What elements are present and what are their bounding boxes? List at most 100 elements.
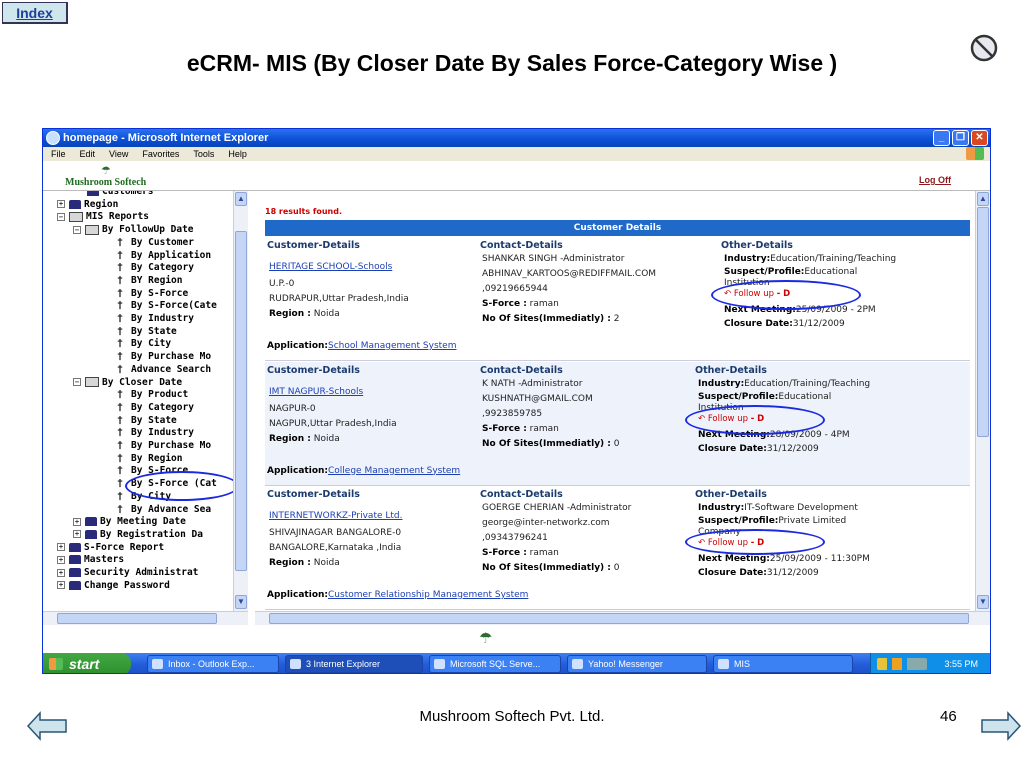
- tree-item[interactable]: † By State: [117, 414, 177, 427]
- main-hscrollbar[interactable]: [255, 611, 990, 625]
- expand-icon[interactable]: +: [57, 555, 65, 564]
- tree-item[interactable]: + Masters: [57, 553, 124, 566]
- folder-icon: [85, 529, 97, 539]
- menu-view[interactable]: View: [109, 147, 128, 161]
- task-label: Inbox - Outlook Exp...: [168, 659, 255, 669]
- tree-item[interactable]: + S-Force Report: [57, 541, 164, 554]
- logoff-link[interactable]: Log Off: [919, 175, 951, 185]
- application-link[interactable]: College Management System: [328, 466, 460, 476]
- tree-item[interactable]: − By Closer Date: [73, 376, 182, 389]
- tree-scroll-thumb[interactable]: [235, 231, 247, 571]
- scroll-up-arrow-icon[interactable]: ▲: [235, 192, 247, 206]
- task-outlook[interactable]: Inbox - Outlook Exp...: [147, 655, 279, 673]
- expand-icon[interactable]: +: [57, 581, 65, 590]
- task-yahoo-messenger[interactable]: Yahoo! Messenger: [567, 655, 707, 673]
- tree-item[interactable]: + Region: [57, 198, 118, 211]
- expand-icon[interactable]: +: [57, 543, 65, 552]
- address-line-2: BANGALORE,Karnataka ,India: [269, 543, 402, 553]
- pin-icon: †: [117, 427, 124, 439]
- tree-hscroll-thumb[interactable]: [57, 613, 217, 624]
- sites-label: No Of Sites(Immediatly) :: [482, 563, 611, 573]
- industry-label: Industry:: [724, 254, 771, 264]
- menu-edit[interactable]: Edit: [80, 147, 96, 161]
- restore-button[interactable]: ❐: [952, 130, 969, 146]
- close-button[interactable]: ✕: [971, 130, 988, 146]
- tree-scrollbar[interactable]: ▲ ▼: [233, 191, 248, 611]
- tree-item[interactable]: † By Application: [117, 249, 211, 262]
- menu-help[interactable]: Help: [228, 147, 247, 161]
- tree-item-label: Advance Search: [131, 363, 212, 375]
- task-internet-explorer[interactable]: 3 Internet Explorer: [285, 655, 423, 673]
- tree-item[interactable]: † Advance Search: [117, 363, 211, 376]
- application-link[interactable]: School Management System: [328, 341, 456, 351]
- tree-item-label: By Industry: [131, 313, 194, 324]
- tree-item[interactable]: † By Region: [117, 452, 182, 465]
- collapse-icon[interactable]: −: [73, 225, 81, 234]
- customer-name-link[interactable]: IMT NAGPUR-Schools: [269, 386, 363, 399]
- tree-item[interactable]: † By State: [117, 325, 177, 338]
- tree-item[interactable]: † By S-Force(Cate: [117, 299, 217, 312]
- tree-item-label: Masters: [84, 554, 125, 566]
- collapse-icon[interactable]: −: [73, 378, 81, 386]
- tree-item[interactable]: − By FollowUp Date: [73, 223, 194, 236]
- start-button[interactable]: start: [43, 653, 131, 673]
- tree-item[interactable]: † By Industry: [117, 426, 194, 439]
- folder-icon: [718, 659, 729, 669]
- tree-item[interactable]: † By Purchase Mo: [117, 439, 211, 452]
- tree-item[interactable]: † By Customer: [117, 236, 194, 249]
- expand-icon[interactable]: +: [73, 530, 81, 539]
- menu-tools[interactable]: Tools: [193, 147, 214, 161]
- scroll-up-arrow-icon[interactable]: ▲: [977, 192, 989, 206]
- menu-file[interactable]: File: [51, 147, 66, 161]
- closure-label: Closure Date:: [724, 319, 793, 329]
- tree-item[interactable]: † BY Region: [117, 274, 182, 287]
- sforce-value: raman: [529, 548, 559, 558]
- tree-item[interactable]: † By S-Force: [117, 287, 188, 300]
- no-entry-icon[interactable]: [969, 33, 999, 63]
- expand-icon[interactable]: +: [57, 568, 65, 577]
- tree-item[interactable]: † By Advance Sea: [117, 503, 211, 516]
- expand-icon[interactable]: +: [73, 517, 81, 526]
- tree-item[interactable]: + Change Password: [57, 579, 170, 592]
- scroll-down-arrow-icon[interactable]: ▼: [977, 595, 989, 609]
- industry-field: Industry:Education/Training/Teaching: [724, 253, 896, 266]
- sites-value: 2: [613, 314, 620, 324]
- tree-item[interactable]: † By City: [117, 337, 171, 350]
- task-label: Microsoft SQL Serve...: [450, 659, 541, 669]
- tree-item[interactable]: − MIS Reports: [57, 210, 149, 223]
- tree-item[interactable]: † By Product: [117, 388, 188, 401]
- tree-item[interactable]: † By Purchase Mo: [117, 350, 211, 363]
- application-link[interactable]: Customer Relationship Management System: [328, 590, 528, 600]
- scroll-down-arrow-icon[interactable]: ▼: [235, 595, 247, 609]
- main-hscroll-thumb[interactable]: [269, 613, 969, 624]
- tree-item[interactable]: + By Meeting Date: [73, 515, 186, 528]
- tree-item[interactable]: + By Registration Da: [73, 528, 203, 541]
- next-meeting-label: Next Meeting:: [698, 554, 770, 564]
- sforce-value: raman: [529, 299, 559, 309]
- main-scroll-thumb[interactable]: [977, 207, 989, 437]
- next-meeting-field: Next Meeting:25/09/2009 - 11:30PM: [698, 553, 870, 566]
- tree-item[interactable]: † By Category: [117, 401, 194, 414]
- pin-icon: †: [117, 389, 124, 401]
- tree-hscrollbar[interactable]: [43, 611, 248, 625]
- customer-record: Customer-Details Contact-Details Other-D…: [265, 237, 970, 361]
- previous-arrow-icon[interactable]: [26, 710, 70, 742]
- index-button[interactable]: Index: [2, 2, 68, 24]
- task-mis[interactable]: MIS: [713, 655, 853, 673]
- menu-favorites[interactable]: Favorites: [142, 147, 179, 161]
- next-arrow-icon[interactable]: [978, 710, 1022, 742]
- pin-icon: †: [117, 262, 124, 274]
- sites-field: No Of Sites(Immediatly) : 2: [482, 313, 620, 326]
- tree-item[interactable]: † By Category: [117, 261, 194, 274]
- customer-name-link[interactable]: INTERNETWORKZ-Private Ltd.: [269, 510, 403, 523]
- customer-name-link[interactable]: HERITAGE SCHOOL-Schools: [269, 261, 392, 274]
- minimize-button[interactable]: _: [933, 130, 950, 146]
- tree-item[interactable]: † By Industry: [117, 312, 194, 325]
- tray-icons[interactable]: [877, 658, 927, 670]
- region-field: Region : Noida: [269, 308, 340, 321]
- collapse-icon[interactable]: −: [57, 212, 65, 221]
- task-sql-server[interactable]: Microsoft SQL Serve...: [429, 655, 561, 673]
- main-scrollbar[interactable]: ▲ ▼: [975, 191, 990, 611]
- tree-item[interactable]: + Security Administrat: [57, 566, 198, 579]
- expand-icon[interactable]: +: [57, 200, 65, 209]
